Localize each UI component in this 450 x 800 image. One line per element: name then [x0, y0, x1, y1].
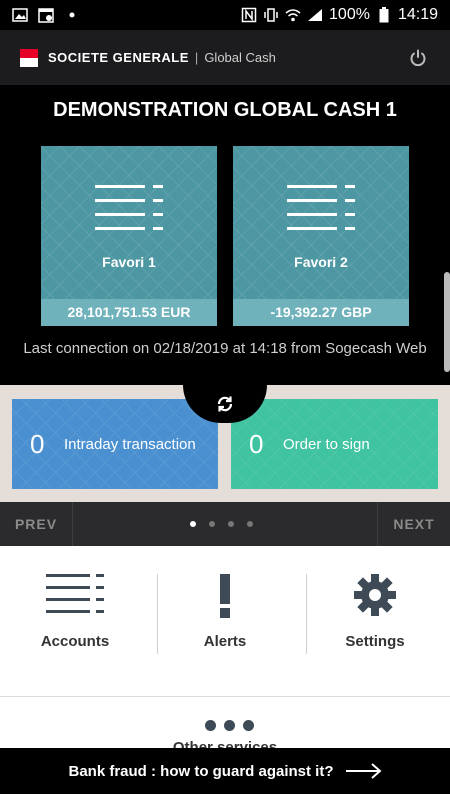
- favorite-card-2[interactable]: Favori 2 -19,392.27 GBP: [233, 146, 409, 326]
- list-icon: [46, 574, 104, 613]
- status-right: 100% 14:19: [241, 6, 438, 24]
- arrow-right-icon: [345, 763, 382, 779]
- alerts-shortcut[interactable]: Alerts: [150, 546, 300, 696]
- favorite-card-1[interactable]: Favori 1 28,101,751.53 EUR: [41, 146, 217, 326]
- list-icon: [95, 185, 163, 230]
- hero-section: DEMONSTRATION GLOBAL CASH 1 Favori 1 28,…: [0, 85, 450, 385]
- list-icon: [287, 185, 355, 230]
- favorite-label: Favori 2: [294, 254, 348, 270]
- carousel-edge-handle[interactable]: [444, 272, 450, 372]
- intraday-transactions-tile[interactable]: 0 Intraday transaction: [12, 399, 218, 489]
- shortcut-label: Alerts: [203, 633, 247, 650]
- page-dot-2[interactable]: [209, 521, 215, 527]
- tile-label: Order to sign: [283, 435, 370, 453]
- settings-shortcut[interactable]: Settings: [300, 546, 450, 696]
- brand-logo-icon: [20, 48, 38, 67]
- status-left: [12, 7, 80, 23]
- exclamation-icon: [220, 574, 230, 618]
- page-dot-3[interactable]: [228, 521, 234, 527]
- more-notifications-icon: [64, 7, 80, 23]
- page-dot-1[interactable]: [190, 521, 196, 527]
- gear-icon: [354, 574, 396, 616]
- battery-percent: 100%: [329, 6, 370, 23]
- page-dot-4[interactable]: [247, 521, 253, 527]
- shortcut-label: Accounts: [40, 633, 110, 650]
- logout-button[interactable]: [406, 46, 430, 70]
- favorite-amount: -19,392.27 GBP: [233, 299, 409, 326]
- page-indicator: [190, 521, 253, 527]
- refresh-icon: [217, 396, 233, 412]
- nfc-icon: [241, 7, 257, 23]
- order-to-sign-tile[interactable]: 0 Order to sign: [231, 399, 438, 489]
- shortcut-label: Settings: [345, 633, 405, 650]
- app-header: SOCIETE GENERALE | Global Cash: [0, 30, 450, 85]
- battery-icon: [376, 7, 392, 23]
- signal-icon: [307, 7, 323, 23]
- tile-count: 0: [30, 428, 45, 459]
- favorite-amount: 28,101,751.53 EUR: [41, 299, 217, 326]
- summary-section: 0 Intraday transaction 0 Order to sign: [0, 385, 450, 502]
- status-bar: 100% 14:19: [0, 0, 450, 30]
- accounts-shortcut[interactable]: Accounts: [0, 546, 150, 696]
- last-connection-info: Last connection on 02/18/2019 at 14:18 f…: [23, 340, 427, 357]
- carousel-pager: PREV NEXT: [0, 502, 450, 546]
- image-icon: [12, 7, 28, 23]
- wifi-icon: [285, 7, 301, 23]
- tile-count: 0: [249, 428, 264, 459]
- brand-name: SOCIETE GENERALE: [48, 50, 189, 65]
- company-title: DEMONSTRATION GLOBAL CASH 1: [53, 99, 397, 121]
- vibrate-icon: [263, 7, 279, 23]
- fraud-banner-text: Bank fraud : how to guard against it?: [68, 762, 334, 780]
- more-dots-icon: [205, 720, 254, 731]
- prev-button[interactable]: PREV: [0, 502, 73, 546]
- power-icon: [410, 49, 426, 66]
- shortcut-divider: [306, 574, 307, 654]
- brand-separator: |: [194, 50, 199, 65]
- next-button[interactable]: NEXT: [377, 502, 450, 546]
- tile-label: Intraday transaction: [64, 435, 196, 453]
- calendar-icon: [38, 7, 54, 23]
- clock: 14:19: [397, 6, 438, 23]
- shortcut-divider: [157, 574, 158, 654]
- fraud-banner[interactable]: Bank fraud : how to guard against it?: [0, 748, 450, 794]
- product-name: Global Cash: [204, 50, 276, 65]
- shortcuts-grid: Accounts Alerts Settings: [0, 546, 450, 696]
- favorite-label: Favori 1: [102, 254, 156, 270]
